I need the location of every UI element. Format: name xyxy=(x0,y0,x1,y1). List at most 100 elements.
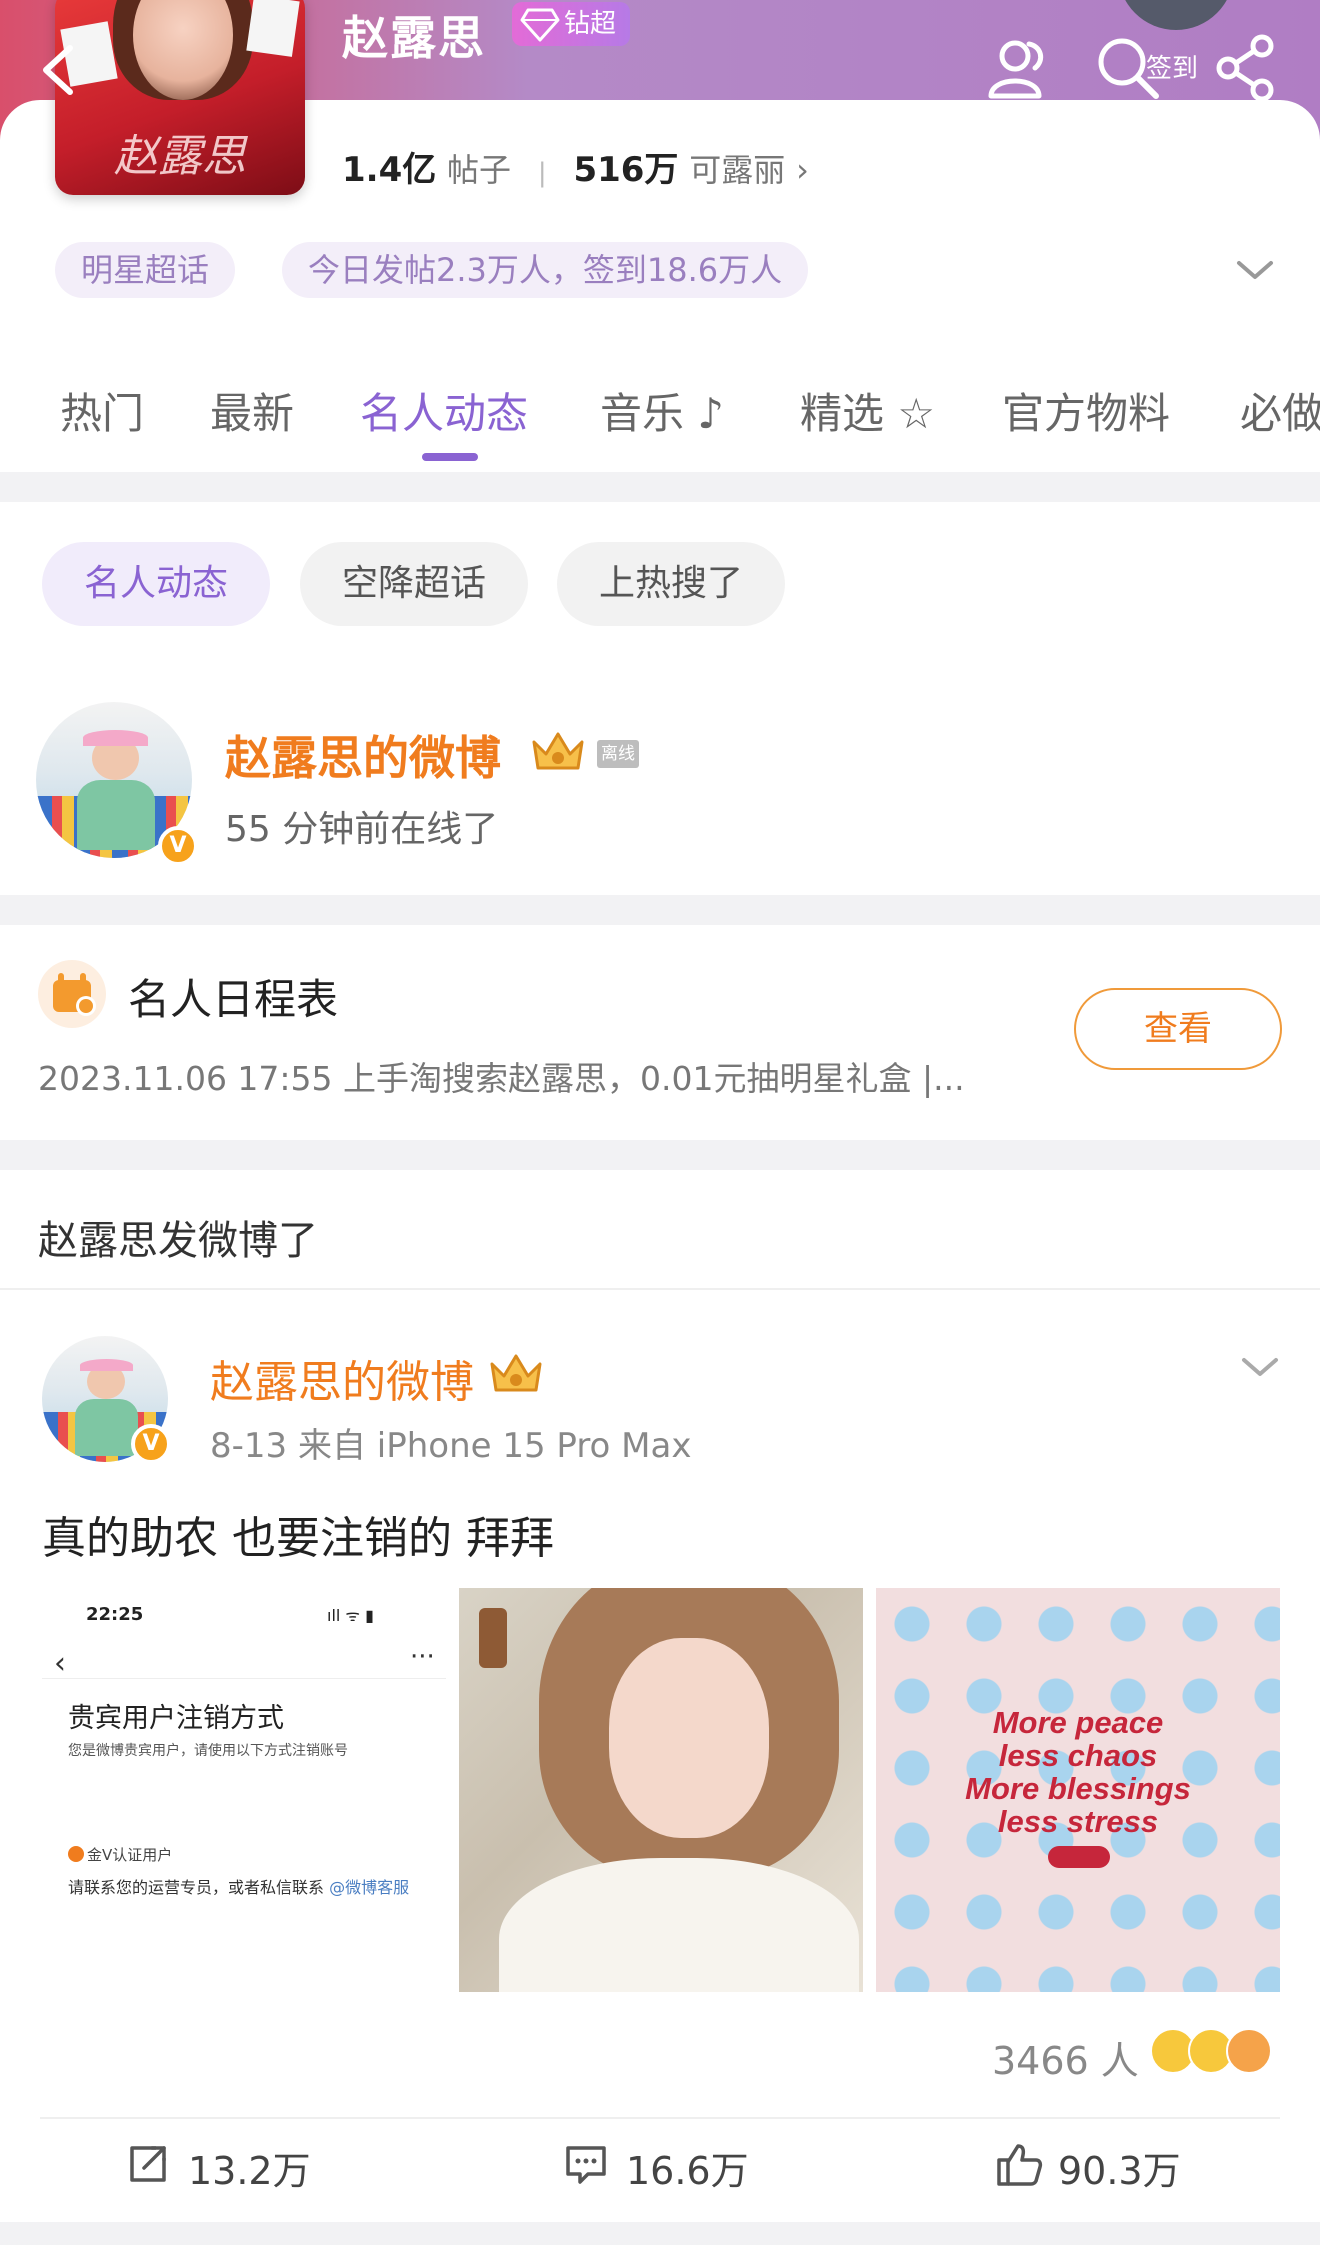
tab-official[interactable]: 官方物料 xyxy=(1002,380,1170,441)
slogan-text: More peace less chaos More blessings les… xyxy=(876,1706,1280,1838)
post-menu-chevron-icon[interactable] xyxy=(1240,1352,1280,1382)
cover-polaroid xyxy=(246,0,300,57)
contact-link: @微博客服 xyxy=(329,1878,410,1897)
section-gap xyxy=(0,472,1320,502)
posts-count: 1.4亿 xyxy=(342,150,437,190)
post-image-slogan[interactable]: More peace less chaos More blessings les… xyxy=(876,1588,1280,1992)
badge-label: 钻超 xyxy=(564,9,617,39)
slogan-line: less chaos xyxy=(998,1738,1158,1773)
screenshot-contact: 请联系您的运营专员，或者私信联系 @微博客服 xyxy=(68,1874,409,1898)
super-topic-badge: 钻超 xyxy=(512,2,631,46)
diamond-icon xyxy=(520,8,560,42)
avatar-body xyxy=(74,1399,138,1456)
contact-text: 请联系您的运营专员，或者私信联系 xyxy=(68,1878,330,1897)
section-gap xyxy=(0,1140,1320,1170)
slogan-line: More peace xyxy=(992,1705,1164,1740)
topic-chip[interactable]: 明星超话 xyxy=(55,242,236,298)
divider xyxy=(42,1678,446,1679)
divider xyxy=(40,2117,1280,2119)
face-shape xyxy=(609,1638,769,1838)
comment-count: 16.6万 xyxy=(626,2149,749,2193)
reactions-count[interactable]: 3466 人 xyxy=(992,2030,1139,2085)
chevron-right-icon: › xyxy=(796,151,809,189)
back-chevron-icon: ‹ xyxy=(54,1646,66,1681)
divider xyxy=(0,1288,1320,1290)
chevron-down-icon xyxy=(1237,261,1273,279)
tab-featured[interactable]: 精选 ☆ xyxy=(800,380,935,441)
post-author[interactable]: 赵露思的微博 xyxy=(210,1346,474,1410)
signin-button[interactable]: 签到 xyxy=(1146,48,1198,85)
daily-stats-chip[interactable]: 今日发帖2.3万人，签到18.6万人 xyxy=(282,242,809,298)
back-button[interactable] xyxy=(34,40,84,100)
schedule-icon-wrap xyxy=(38,960,106,1028)
verified-badge: V xyxy=(131,1424,171,1464)
tab-featured-label: 精选 xyxy=(800,389,885,438)
share-icon xyxy=(1216,34,1274,102)
bottom-gap xyxy=(0,2222,1320,2245)
phone-status-icons: ıll ᯤ ▮ xyxy=(327,1606,374,1625)
cover-image[interactable]: 赵露思 xyxy=(55,0,305,195)
fans-count: 516万 xyxy=(573,150,679,190)
repost-icon xyxy=(130,2146,166,2182)
screenshot-subheading: 您是微博贵宾用户，请使用以下方式注销账号 xyxy=(68,1743,348,1759)
stats-separator: | xyxy=(537,158,547,188)
subchip-airdrop[interactable]: 空降超话 xyxy=(300,542,528,626)
phone-time: 22:25 xyxy=(86,1604,144,1625)
post-text[interactable]: 真的助农 也要注销的 拜拜 xyxy=(42,1502,554,1566)
subchip-celebrity[interactable]: 名人动态 xyxy=(42,542,270,626)
expand-button[interactable] xyxy=(1235,255,1275,285)
comment-icon xyxy=(566,2146,606,2184)
active-tab-indicator xyxy=(422,453,478,461)
subchip-trending[interactable]: 上热搜了 xyxy=(557,542,785,626)
offline-status-tag: 离线 xyxy=(597,740,639,768)
back-arrow-icon xyxy=(43,45,73,95)
tab-music-label: 音乐 xyxy=(600,389,685,438)
crown-icon xyxy=(490,1354,542,1392)
like-count: 90.3万 xyxy=(1058,2149,1181,2193)
people-icon xyxy=(988,40,1044,99)
gold-v-label: 金V认证用户 xyxy=(68,1844,172,1865)
screenshot-heading: 贵宾用户注销方式 xyxy=(68,1703,284,1734)
schedule-title: 名人日程表 xyxy=(128,975,339,1024)
slogan-line: More blessings xyxy=(965,1771,1191,1806)
view-button[interactable]: 查看 xyxy=(1074,988,1282,1070)
tab-hot[interactable]: 热门 xyxy=(60,380,144,441)
gold-v-text: 金V认证用户 xyxy=(87,1846,173,1864)
celebrity-name[interactable]: 赵露思的微博 xyxy=(225,722,501,788)
avatar-cap xyxy=(82,730,149,746)
online-time-text: 55 分钟前在线了 xyxy=(225,809,499,850)
crown-icon xyxy=(532,732,584,770)
share-button[interactable] xyxy=(1214,34,1280,104)
cover-name-text: 赵露思 xyxy=(114,131,246,182)
more-icon: ··· xyxy=(410,1642,435,1672)
music-note-icon: ♪ xyxy=(697,389,725,438)
repost-count: 13.2万 xyxy=(188,2149,311,2193)
topic-stats[interactable]: 1.4亿 帖子 | 516万 可露丽 › xyxy=(342,142,809,191)
tab-music[interactable]: 音乐 ♪ xyxy=(600,380,724,441)
post-image-screenshot[interactable]: 22:25 ıll ᯤ ▮ ‹ ··· 贵宾用户注销方式 您是微博贵宾用户，请使… xyxy=(42,1588,446,1992)
post-meta: 8-13 来自 iPhone 15 Pro Max xyxy=(210,1426,692,1466)
page-title: 赵露思 xyxy=(342,11,486,65)
verified-badge: V xyxy=(158,826,198,866)
gold-v-icon xyxy=(68,1846,84,1862)
post-image-selfie[interactable] xyxy=(459,1588,863,1992)
section-gap xyxy=(0,895,1320,925)
avatar-cap xyxy=(79,1358,133,1372)
lamp-shape xyxy=(479,1608,507,1668)
dog-icon xyxy=(1048,1846,1110,1868)
posts-label: 帖子 xyxy=(447,151,512,189)
kiss-emoji-icon xyxy=(1226,2028,1272,2074)
fans-label: 可露丽 xyxy=(689,151,786,189)
tab-bar: 热门 最新 名人动态 音乐 ♪ 精选 ☆ 官方物料 必做 xyxy=(0,380,1320,460)
schedule-text[interactable]: 2023.11.06 17:55 上手淘搜索赵露思，0.01元抽明星礼盒 |..… xyxy=(38,1052,965,1100)
avatar-body xyxy=(76,780,155,851)
tab-latest[interactable]: 最新 xyxy=(210,380,294,441)
calendar-icon xyxy=(53,973,96,1016)
members-button[interactable] xyxy=(985,34,1051,104)
thumbs-up-icon xyxy=(997,2144,1043,2186)
tab-celebrity[interactable]: 名人动态 xyxy=(360,380,528,441)
tab-must-do[interactable]: 必做 xyxy=(1240,380,1320,441)
section-title: 赵露思发微博了 xyxy=(38,1218,318,1264)
star-icon: ☆ xyxy=(897,389,936,438)
shirt-shape xyxy=(499,1858,859,1992)
